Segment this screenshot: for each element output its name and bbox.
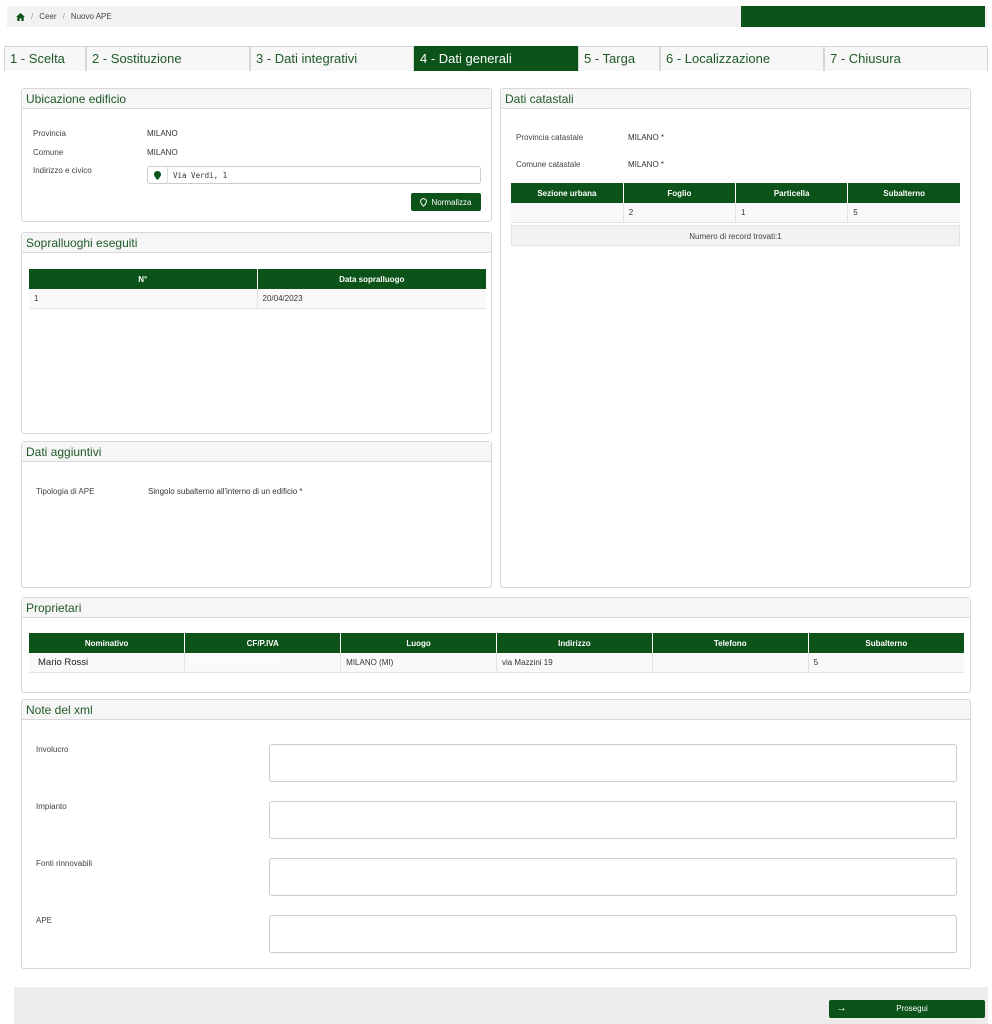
column-header: Luogo xyxy=(340,633,497,653)
table-cell: MILANO (MI) xyxy=(340,653,497,673)
breadcrumb-item-ceer[interactable]: Ceer xyxy=(39,12,56,21)
dati-catastali-title: Dati catastali xyxy=(501,89,970,109)
column-header: Subalterno xyxy=(847,183,960,203)
table-cell xyxy=(184,653,342,673)
fonti-rinnovabili-textarea[interactable] xyxy=(269,858,957,896)
proprietari-title: Proprietari xyxy=(22,598,970,618)
proprietari-table: Nominativo CF/P.IVA Luogo Indirizzo Tele… xyxy=(29,633,964,673)
breadcrumb-item-nuovo-ape: Nuovo APE xyxy=(70,12,112,21)
table-cell xyxy=(511,203,624,223)
provincia-value: MILANO xyxy=(147,129,178,138)
table-cell xyxy=(652,653,809,673)
table-cell: 20/04/2023 xyxy=(257,289,486,309)
sopralluoghi-title: Sopralluoghi eseguiti xyxy=(22,233,491,253)
column-header: Particella xyxy=(735,183,849,203)
sopralluoghi-panel: Sopralluoghi eseguiti N° Data sopralluog… xyxy=(21,232,492,434)
breadcrumb: / Ceer / Nuovo APE xyxy=(16,12,112,21)
comune-catastale-label: Comune catastale xyxy=(516,160,581,169)
impianto-label: Impianto xyxy=(36,802,67,811)
comune-value: MILANO xyxy=(147,148,178,157)
normalizza-label: Normalizza xyxy=(431,197,472,207)
prosegui-label: Prosegui xyxy=(896,1004,928,1013)
ubicazione-title: Ubicazione edificio xyxy=(22,89,491,109)
indirizzo-input[interactable]: Via Verdi, 1 xyxy=(147,166,481,184)
column-header: Nominativo xyxy=(29,633,186,653)
catastali-table: Sezione urbana Foglio Particella Subalte… xyxy=(511,183,960,223)
ape-textarea[interactable] xyxy=(269,915,957,953)
fonti-rinnovabili-label: Fonti rinnovabili xyxy=(36,859,93,868)
sopralluoghi-table: N° Data sopralluogo 1 20/04/2023 xyxy=(29,269,486,309)
table-cell: 2 xyxy=(623,203,737,223)
dati-aggiuntivi-panel: Dati aggiuntivi Tipologia di APE Singolo… xyxy=(21,441,492,588)
table-header-row: Sezione urbana Foglio Particella Subalte… xyxy=(511,183,960,203)
records-count: Numero di record trovati:1 xyxy=(511,225,960,246)
table-header-row: N° Data sopralluogo xyxy=(29,269,486,289)
table-cell: Mario Rossi xyxy=(29,653,186,673)
table-header-row: Nominativo CF/P.IVA Luogo Indirizzo Tele… xyxy=(29,633,964,653)
table-cell: 5 xyxy=(808,653,964,673)
table-cell: via Mazzini 19 xyxy=(496,653,653,673)
dati-catastali-panel: Dati catastali Provincia catastale MILAN… xyxy=(500,88,971,588)
involucro-label: Involucro xyxy=(36,745,69,754)
map-pin-outline-icon xyxy=(420,197,428,207)
indirizzo-label: Indirizzo e civico xyxy=(33,166,92,175)
column-header: Sezione urbana xyxy=(511,183,624,203)
table-cell: 5 xyxy=(847,203,960,223)
normalizza-button[interactable]: Normalizza xyxy=(411,193,481,211)
header-action-button[interactable] xyxy=(741,6,985,27)
wizard-tabs: 1 - Scelta 2 - Sostituzione 3 - Dati int… xyxy=(4,46,988,71)
tab-chiusura[interactable]: 7 - Chiusura xyxy=(824,46,988,71)
ape-label: APE xyxy=(36,916,53,925)
comune-catastale-value: MILANO * xyxy=(628,160,665,169)
dati-aggiuntivi-title: Dati aggiuntivi xyxy=(22,442,491,462)
redacted-value xyxy=(190,656,281,666)
tab-dati-integrativi[interactable]: 3 - Dati integrativi xyxy=(250,46,414,71)
provincia-catastale-value: MILANO * xyxy=(628,133,665,142)
proprietari-panel: Proprietari Nominativo CF/P.IVA Luogo In… xyxy=(21,597,971,693)
column-header: CF/P.IVA xyxy=(184,633,342,653)
tipologia-label: Tipologia di APE xyxy=(36,487,95,496)
column-header: N° xyxy=(29,269,258,289)
breadcrumb-separator: / xyxy=(62,12,65,21)
column-header: Telefono xyxy=(652,633,809,653)
table-cell: 1 xyxy=(29,289,258,309)
table-cell: 1 xyxy=(735,203,849,223)
tab-dati-generali[interactable]: 4 - Dati generali xyxy=(414,46,578,71)
note-xml-panel: Note del xml Involucro Impianto Fonti ri… xyxy=(21,699,971,969)
ubicazione-panel: Ubicazione edificio Provincia MILANO Com… xyxy=(21,88,492,222)
home-icon[interactable] xyxy=(16,12,25,21)
table-row[interactable]: 2 1 5 xyxy=(511,203,960,223)
indirizzo-value: Via Verdi, 1 xyxy=(173,170,228,180)
column-header: Indirizzo xyxy=(496,633,653,653)
tab-localizzazione[interactable]: 6 - Localizzazione xyxy=(660,46,824,71)
column-header: Foglio xyxy=(623,183,737,203)
tab-targa[interactable]: 5 - Targa xyxy=(578,46,660,71)
provincia-label: Provincia xyxy=(33,129,66,138)
map-marker-icon xyxy=(148,167,168,183)
prosegui-button[interactable]: → Prosegui xyxy=(829,1000,985,1018)
top-bar: / Ceer / Nuovo APE xyxy=(7,6,988,27)
column-header: Data sopralluogo xyxy=(257,269,486,289)
table-row[interactable]: 1 20/04/2023 xyxy=(29,289,486,309)
tab-scelta[interactable]: 1 - Scelta xyxy=(4,46,86,71)
column-header: Subalterno xyxy=(808,633,964,653)
breadcrumb-separator: / xyxy=(31,12,34,21)
comune-label: Comune xyxy=(33,148,64,157)
provincia-catastale-label: Provincia catastale xyxy=(516,133,584,142)
involucro-textarea[interactable] xyxy=(269,744,957,782)
note-xml-title: Note del xml xyxy=(22,700,970,720)
tipologia-value: Singolo subalterno all'interno di un edi… xyxy=(148,487,303,496)
impianto-textarea[interactable] xyxy=(269,801,957,839)
table-row[interactable]: Mario Rossi MILANO (MI) via Mazzini 19 5 xyxy=(29,653,964,673)
tab-sostituzione[interactable]: 2 - Sostituzione xyxy=(86,46,250,71)
